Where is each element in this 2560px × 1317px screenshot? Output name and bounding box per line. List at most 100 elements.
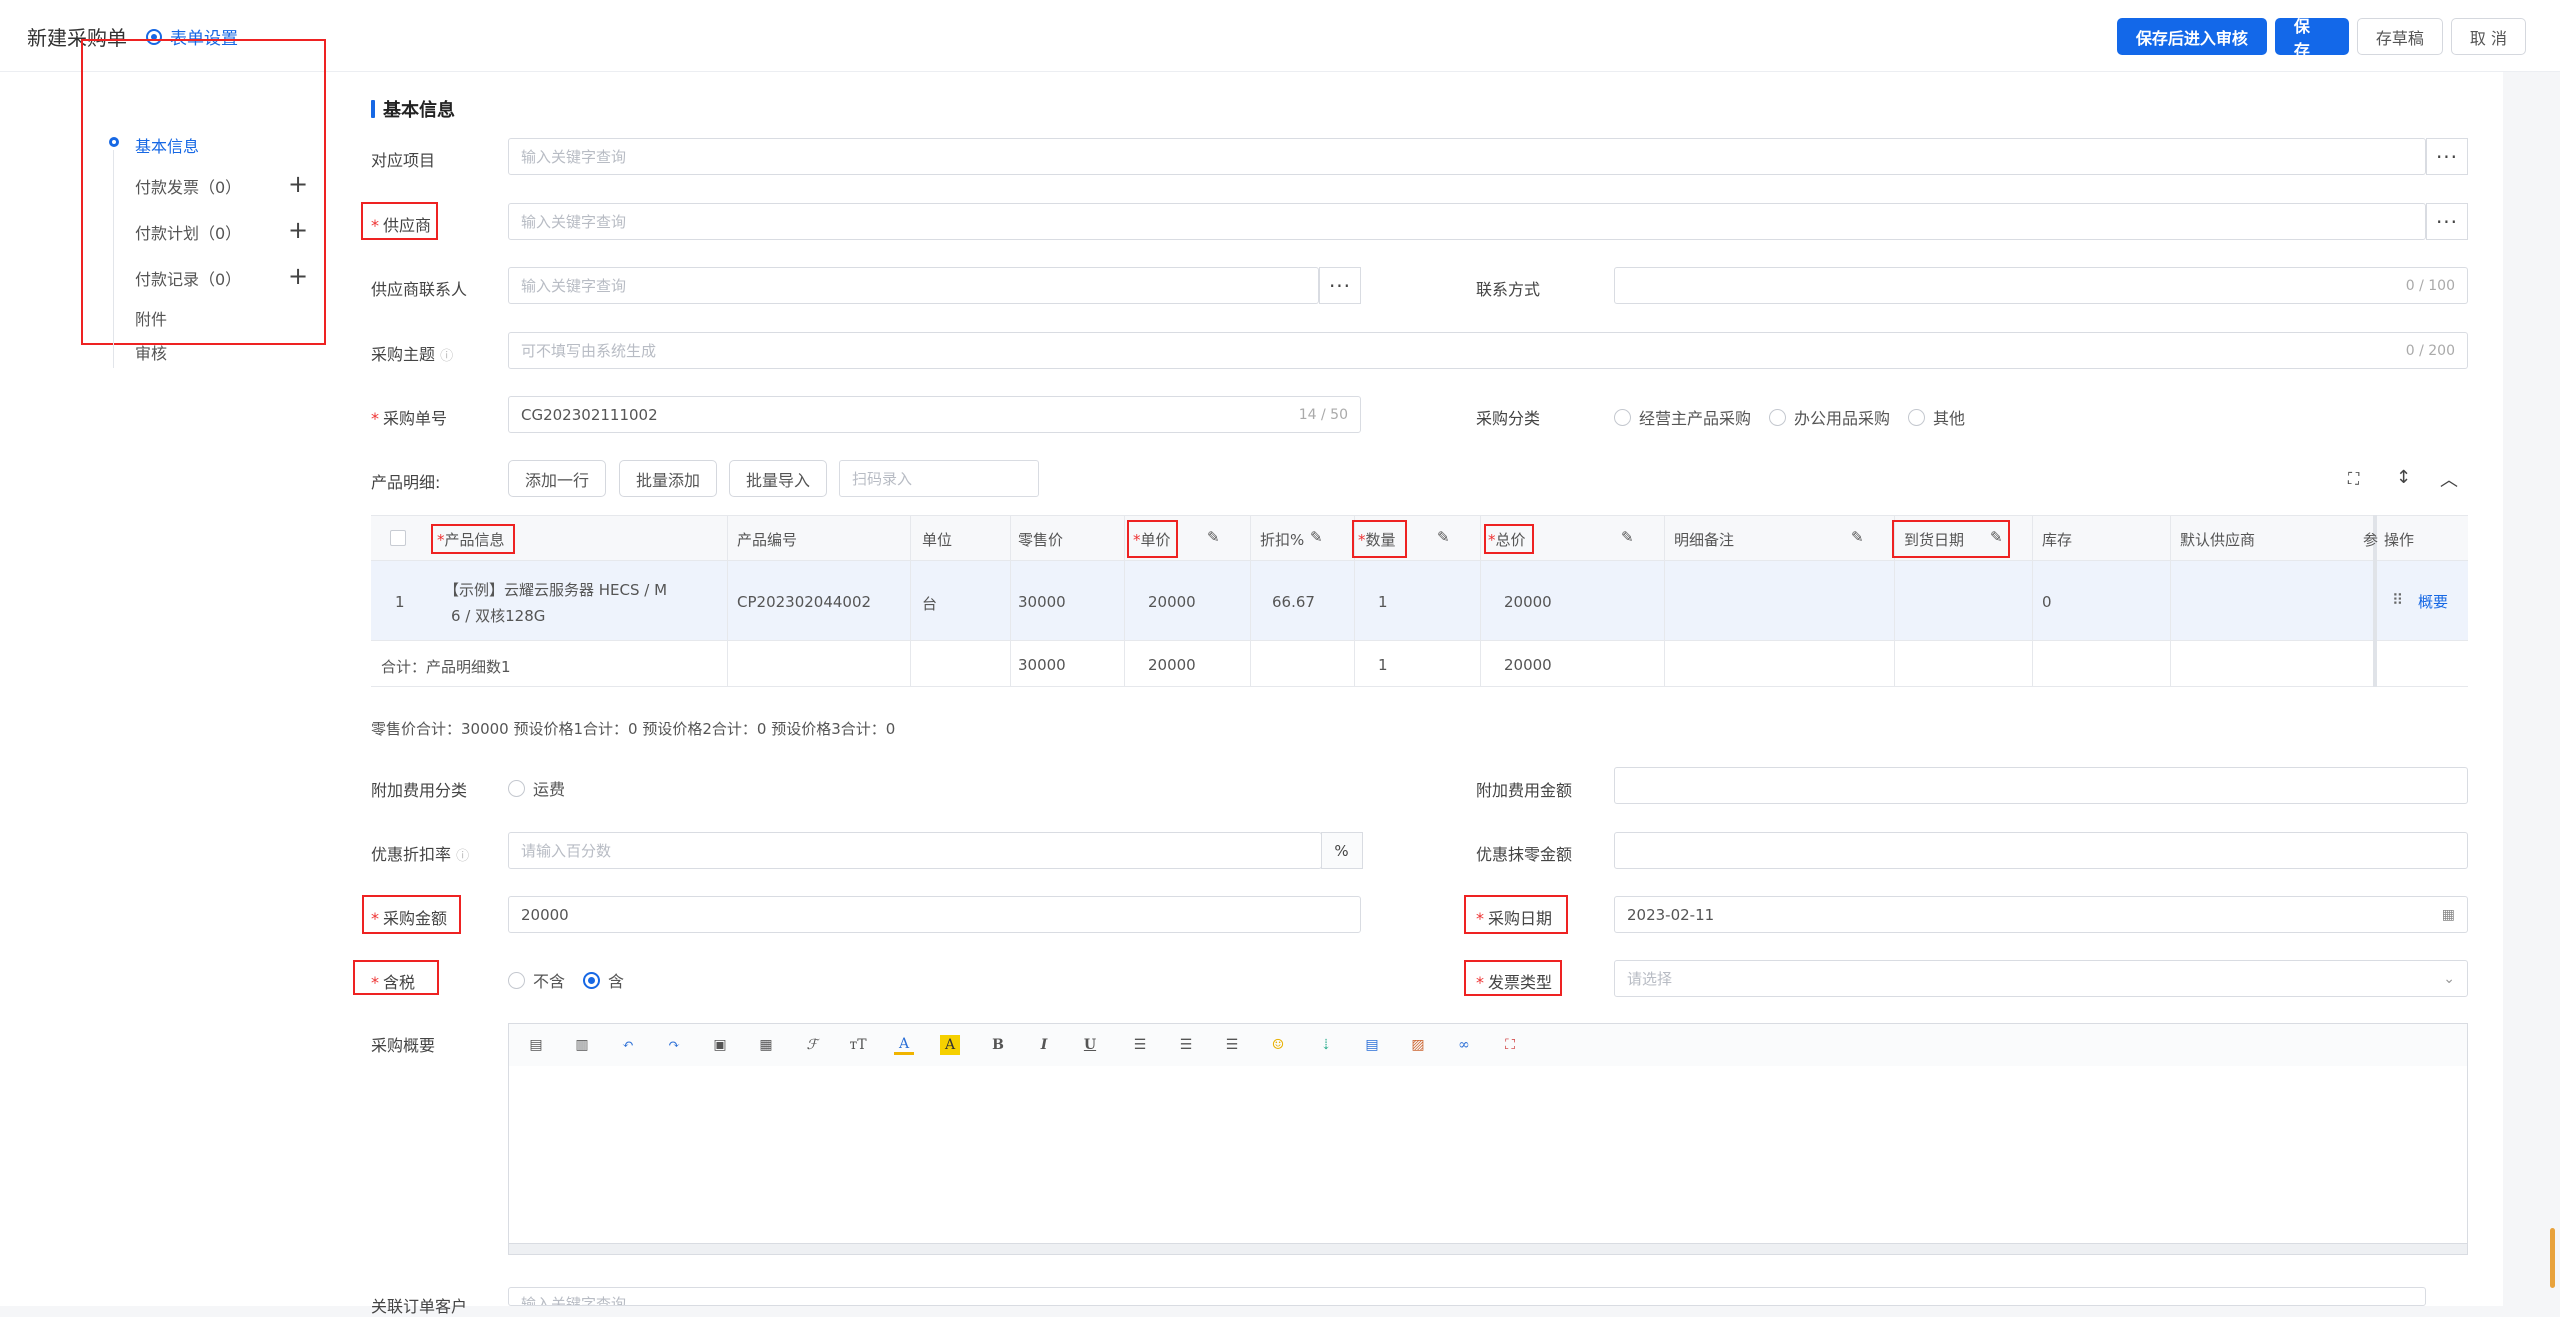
related-placeholder: 输入关键字查询 bbox=[521, 1295, 627, 1306]
scan-placeholder: 扫码录入 bbox=[852, 470, 913, 488]
radio-icon bbox=[1908, 408, 1926, 426]
align-center-icon[interactable]: ☰ bbox=[1176, 1035, 1196, 1055]
amount-input[interactable]: 20000 bbox=[508, 896, 1361, 933]
nav-item-basic-info[interactable]: 基本信息 bbox=[135, 133, 199, 157]
add-payment-invoice-plus-icon[interactable]: + bbox=[288, 172, 308, 196]
scan-input[interactable]: 扫码录入 bbox=[839, 460, 1039, 497]
supplier-contact-more-button[interactable]: ··· bbox=[1319, 267, 1361, 304]
supplier-input[interactable]: 输入关键字查询 bbox=[508, 203, 2426, 240]
round-off-input[interactable] bbox=[1614, 832, 2468, 869]
col-discount: 折扣% bbox=[1260, 531, 1305, 549]
paste-text-icon[interactable]: ▦ bbox=[756, 1035, 776, 1055]
sum-total: 20000 bbox=[1504, 656, 1552, 674]
col-ops: 操作 bbox=[2384, 531, 2415, 549]
font-color-icon[interactable]: A bbox=[894, 1035, 914, 1055]
vertical-resize-icon[interactable]: ↕ bbox=[2396, 467, 2411, 488]
add-payment-record-plus-icon[interactable]: + bbox=[288, 264, 308, 288]
font-size-icon[interactable]: ᴛT bbox=[848, 1035, 868, 1055]
align-right-icon[interactable]: ☰ bbox=[1222, 1035, 1242, 1055]
summary-label: 采购概要 bbox=[371, 1036, 436, 1055]
calendar-icon[interactable]: ▦ bbox=[2442, 907, 2455, 923]
collapse-icon[interactable]: ︿ bbox=[2440, 466, 2458, 492]
category-option-main[interactable]: 经营主产品采购 bbox=[1614, 405, 1751, 429]
table-icon[interactable]: ▤ bbox=[1362, 1035, 1382, 1055]
fullscreen-icon[interactable]: ⛶ bbox=[2348, 469, 2359, 489]
category-label: 采购分类 bbox=[1476, 409, 1541, 428]
select-all-checkbox[interactable] bbox=[390, 530, 406, 546]
order-no-input[interactable]: CG202302111002 14 / 50 bbox=[508, 396, 1361, 433]
bold-icon[interactable]: B bbox=[988, 1035, 1008, 1055]
nav-item-payment-plan[interactable]: 付款计划（0） bbox=[135, 220, 241, 244]
invoice-type-select[interactable]: 请选择 ⌄ bbox=[1614, 960, 2468, 997]
extra-fee-amount-label: 附加费用金额 bbox=[1476, 781, 1573, 800]
col-remark: 明细备注 bbox=[1674, 531, 1735, 549]
tax-option-exclusive[interactable]: 不含 bbox=[508, 968, 565, 992]
drag-handle-icon[interactable]: ⠿ bbox=[2392, 591, 2403, 609]
batch-import-button[interactable]: 批量导入 bbox=[729, 460, 828, 497]
tax-option-inclusive[interactable]: 含 bbox=[583, 968, 624, 992]
row-total[interactable]: 20000 bbox=[1504, 593, 1552, 611]
edit-qty-icon[interactable]: ✎ bbox=[1437, 528, 1450, 546]
save-draft-button[interactable]: 存草稿 bbox=[2356, 18, 2443, 55]
table-row[interactable] bbox=[371, 561, 2468, 641]
extra-fee-amount-input[interactable] bbox=[1614, 767, 2468, 804]
sum-price: 20000 bbox=[1148, 656, 1196, 674]
save-button[interactable]: 保 存 bbox=[2274, 17, 2349, 60]
align-left-icon[interactable]: ☰ bbox=[1130, 1035, 1150, 1055]
nav-item-payment-invoice[interactable]: 付款发票（0） bbox=[135, 174, 241, 198]
edit-arrival-icon[interactable]: ✎ bbox=[1990, 528, 2003, 546]
row-summary-link[interactable]: 概要 bbox=[2418, 591, 2448, 612]
emoji-icon[interactable]: ☺ bbox=[1268, 1035, 1288, 1055]
discount-rate-input[interactable]: 请输入百分数 bbox=[508, 832, 1322, 869]
contact-method-label: 联系方式 bbox=[1476, 280, 1541, 299]
add-row-button[interactable]: 添加一行 bbox=[508, 460, 607, 497]
maximize-icon[interactable]: ⛶ bbox=[1500, 1035, 1520, 1055]
nav-item-attachment[interactable]: 附件 bbox=[135, 306, 167, 330]
col-product-info: *产品信息 bbox=[437, 531, 505, 549]
save-and-review-button[interactable]: 保存后进入审核 bbox=[2116, 18, 2267, 55]
edit-remark-icon[interactable]: ✎ bbox=[1851, 528, 1864, 546]
subject-input[interactable]: 可不填写由系统生成 0 / 200 bbox=[508, 332, 2468, 369]
add-payment-plan-plus-icon[interactable]: + bbox=[288, 218, 308, 242]
row-qty[interactable]: 1 bbox=[1378, 593, 1388, 611]
paste-icon[interactable]: ▣ bbox=[710, 1035, 730, 1055]
col-price: *单价 bbox=[1133, 531, 1171, 549]
col-total: *总价 bbox=[1488, 531, 1526, 549]
row-price[interactable]: 20000 bbox=[1148, 593, 1196, 611]
nav-item-payment-record[interactable]: 付款记录（0） bbox=[135, 266, 241, 290]
image-icon[interactable]: ▨ bbox=[1408, 1035, 1428, 1055]
extra-fee-option-freight[interactable]: 运费 bbox=[508, 776, 565, 800]
link-icon[interactable]: ∞ bbox=[1454, 1035, 1474, 1055]
source-icon[interactable]: ▤ bbox=[526, 1035, 546, 1055]
nav-item-review[interactable]: 审核 bbox=[135, 340, 167, 364]
edit-total-icon[interactable]: ✎ bbox=[1621, 528, 1634, 546]
row-discount[interactable]: 66.67 bbox=[1272, 593, 1315, 611]
project-input[interactable]: 输入关键字查询 bbox=[508, 138, 2426, 175]
category-option-office[interactable]: 办公用品采购 bbox=[1769, 405, 1890, 429]
cancel-button[interactable]: 取 消 bbox=[2450, 18, 2526, 55]
col-extra: 参 bbox=[2363, 531, 2379, 549]
category-option-other[interactable]: 其他 bbox=[1908, 405, 1965, 429]
underline-icon[interactable]: U bbox=[1080, 1035, 1100, 1055]
edit-price-icon[interactable]: ✎ bbox=[1207, 528, 1220, 546]
contact-method-input[interactable]: 0 / 100 bbox=[1614, 267, 2468, 304]
font-family-icon[interactable]: ℱ bbox=[802, 1035, 822, 1055]
project-more-button[interactable]: ··· bbox=[2426, 138, 2468, 175]
italic-icon[interactable]: I bbox=[1034, 1035, 1054, 1055]
template-icon[interactable]: ▥ bbox=[572, 1035, 592, 1055]
edit-discount-icon[interactable]: ✎ bbox=[1310, 528, 1323, 546]
discount-rate-label: 优惠折扣率 ⓘ bbox=[371, 845, 470, 864]
supplier-contact-input[interactable]: 输入关键字查询 bbox=[508, 267, 1319, 304]
scrollbar-thumb[interactable] bbox=[2550, 1228, 2555, 1288]
supplier-label: * 供应商 bbox=[371, 216, 432, 235]
editor-content-area[interactable] bbox=[508, 1066, 2468, 1244]
editor-resize-handle[interactable] bbox=[508, 1243, 2468, 1255]
date-input[interactable]: 2023-02-11 ▦ bbox=[1614, 896, 2468, 933]
batch-add-button[interactable]: 批量添加 bbox=[619, 460, 718, 497]
insert-icon[interactable]: ⇣ bbox=[1316, 1035, 1336, 1055]
highlight-color-icon[interactable]: A bbox=[940, 1035, 960, 1055]
supplier-more-button[interactable]: ··· bbox=[2426, 203, 2468, 240]
redo-icon[interactable]: ↷ bbox=[664, 1035, 684, 1055]
related-input[interactable]: 输入关键字查询 bbox=[508, 1287, 2426, 1306]
undo-icon[interactable]: ↶ bbox=[618, 1035, 638, 1055]
